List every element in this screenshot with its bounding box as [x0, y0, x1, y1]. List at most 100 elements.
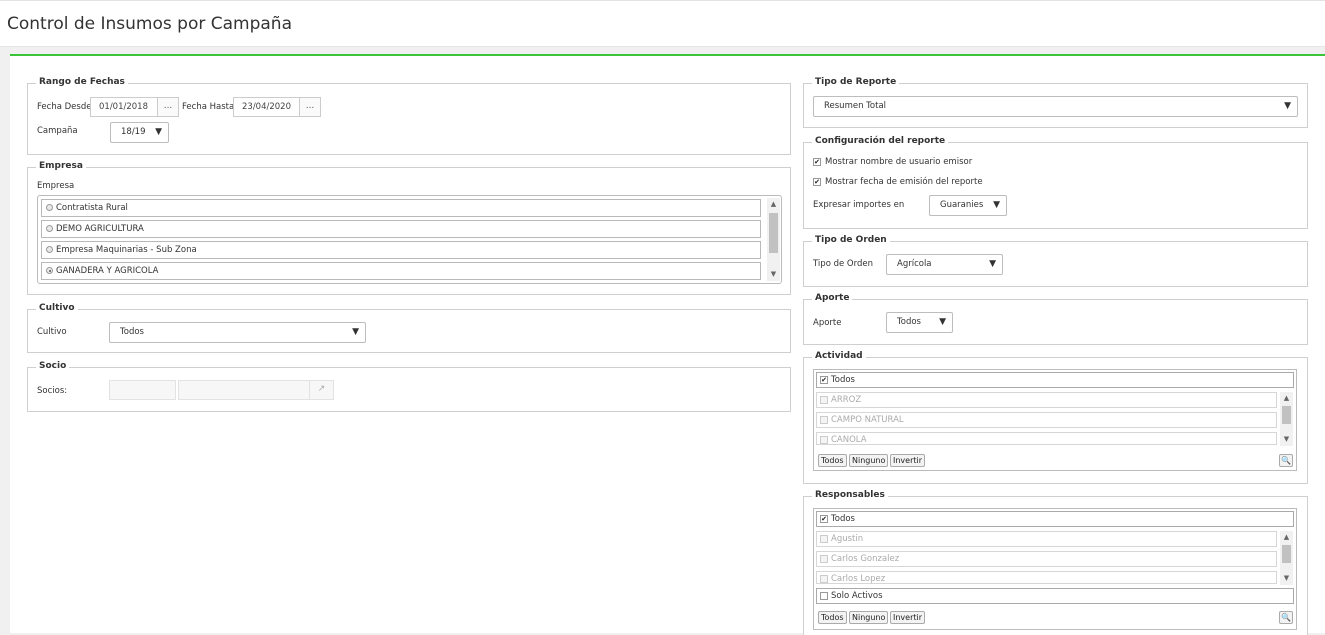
tipo-reporte-fieldset: Tipo de Reporte Resumen Total ▼ [803, 77, 1308, 128]
responsables-invertir-button[interactable]: Invertir [890, 611, 926, 624]
socio-code-input[interactable] [109, 380, 176, 400]
mostrar-fecha-checkbox[interactable]: ✔ [813, 178, 821, 186]
actividad-item[interactable]: ARROZ [816, 392, 1277, 408]
socio-legend: Socio [36, 361, 70, 371]
socio-fieldset: Socio Socios: ↗ [27, 361, 791, 412]
empresa-option[interactable]: DEMO AGRICULTURA [41, 220, 761, 238]
socio-name-input[interactable] [178, 380, 310, 400]
empresa-option-label: DEMO AGRICULTURA [56, 224, 144, 234]
responsables-fieldset: Responsables ✔ Todos Agustin Carlos Gonz… [803, 490, 1308, 635]
solo-activos-row[interactable]: Solo Activos [816, 588, 1294, 604]
empresa-option[interactable]: Empresa Maquinarias - Sub Zona [41, 241, 761, 259]
actividad-item[interactable]: CAMPO NATURAL [816, 412, 1277, 428]
responsable-item[interactable]: Agustin [816, 531, 1277, 547]
tipo-reporte-select[interactable]: Resumen Total ▼ [813, 96, 1298, 117]
checkbox-icon[interactable] [820, 555, 828, 563]
tipo-orden-legend: Tipo de Orden [812, 235, 890, 245]
checkbox-icon[interactable] [820, 575, 828, 583]
responsables-todos-button[interactable]: Todos [818, 611, 847, 624]
report-panel: Rango de Fechas Fecha Desde 01/01/2018 .… [10, 54, 1325, 635]
campana-select[interactable]: 18/19 ▼ [110, 122, 169, 143]
scroll-up-icon[interactable]: ▲ [767, 198, 780, 211]
empresa-legend: Empresa [36, 161, 86, 171]
responsables-todos-row[interactable]: ✔ Todos [816, 511, 1294, 527]
socios-label: Socios: [37, 386, 68, 396]
radio-icon [46, 246, 53, 253]
actividad-item-label: CAMPO NATURAL [831, 415, 904, 425]
search-icon[interactable]: 🔍 [1279, 611, 1293, 624]
fecha-desde-label: Fecha Desde [37, 102, 92, 112]
chevron-down-icon: ▼ [155, 127, 162, 137]
empresa-option[interactable]: Contratista Rural [41, 199, 761, 217]
actividad-scrollbar[interactable]: ▲ ▼ [1280, 392, 1293, 446]
responsables-ninguno-button[interactable]: Ninguno [849, 611, 889, 624]
scroll-down-icon[interactable]: ▼ [767, 268, 780, 281]
empresa-option[interactable]: GANADERA Y AGRICOLA [41, 262, 761, 280]
fecha-desde-input[interactable]: 01/01/2018 [90, 97, 158, 117]
campana-label: Campaña [37, 126, 78, 136]
empresa-label: Empresa [37, 181, 75, 191]
aporte-value: Todos [897, 317, 921, 327]
tipo-reporte-legend: Tipo de Reporte [812, 77, 900, 87]
fecha-hasta-input[interactable]: 23/04/2020 [233, 97, 301, 117]
checkbox-icon[interactable] [820, 436, 828, 444]
page-header: Control de Insumos por Campaña [0, 0, 1325, 47]
scroll-thumb[interactable] [1282, 406, 1291, 424]
scroll-thumb[interactable] [769, 213, 778, 253]
actividad-invertir-button[interactable]: Invertir [890, 454, 926, 467]
search-icon[interactable]: 🔍 [1279, 454, 1293, 467]
tipo-orden-value: Agrícola [897, 259, 932, 269]
fecha-hasta-picker-button[interactable]: ... [299, 97, 321, 117]
actividad-item[interactable]: CANOLA [816, 432, 1277, 445]
checkbox-icon[interactable] [820, 416, 828, 424]
responsable-item-label: Agustin [831, 534, 864, 544]
campana-value: 18/19 [121, 127, 146, 137]
fecha-hasta-label: Fecha Hasta [182, 102, 235, 112]
external-link-icon[interactable]: ↗ [309, 380, 334, 400]
mostrar-fecha-label: Mostrar fecha de emisión del reporte [825, 177, 983, 187]
importes-select[interactable]: Guaranies ▼ [929, 195, 1007, 216]
scroll-up-icon[interactable]: ▲ [1280, 531, 1293, 544]
responsables-todos-checkbox[interactable]: ✔ [820, 515, 828, 523]
fecha-desde-picker-button[interactable]: ... [157, 97, 179, 117]
empresa-fieldset: Empresa Empresa Contratista Rural DEMO A… [27, 161, 791, 295]
scroll-down-icon[interactable]: ▼ [1280, 433, 1293, 446]
solo-activos-label: Solo Activos [831, 591, 883, 601]
aporte-fieldset: Aporte Aporte Todos ▼ [803, 293, 1308, 345]
radio-selected-icon [46, 267, 53, 274]
tipo-orden-label: Tipo de Orden [813, 259, 873, 269]
mostrar-usuario-checkbox[interactable]: ✔ [813, 158, 821, 166]
responsables-scrollbar[interactable]: ▲ ▼ [1280, 531, 1293, 585]
aporte-legend: Aporte [812, 293, 853, 303]
responsables-todos-label: Todos [831, 514, 855, 524]
page-title: Control de Insumos por Campaña [7, 14, 292, 34]
actividad-todos-row[interactable]: ✔ Todos [816, 372, 1294, 388]
scroll-down-icon[interactable]: ▼ [1280, 572, 1293, 585]
importes-value: Guaranies [940, 200, 984, 210]
responsable-item[interactable]: Carlos Gonzalez [816, 551, 1277, 567]
empresa-scrollbar[interactable]: ▲ ▼ [767, 198, 780, 281]
checkbox-icon[interactable] [820, 396, 828, 404]
config-fieldset: Configuración del reporte ✔ Mostrar nomb… [803, 136, 1308, 229]
actividad-ninguno-button[interactable]: Ninguno [849, 454, 889, 467]
cultivo-select[interactable]: Todos ▼ [109, 322, 366, 343]
checkbox-icon[interactable] [820, 535, 828, 543]
responsable-item[interactable]: Carlos Lopez [816, 571, 1277, 584]
responsable-item-label: Carlos Lopez [831, 574, 886, 584]
tipo-orden-fieldset: Tipo de Orden Tipo de Orden Agrícola ▼ [803, 235, 1308, 287]
aporte-label: Aporte [813, 318, 842, 328]
solo-activos-checkbox[interactable] [820, 592, 828, 600]
actividad-todos-button[interactable]: Todos [818, 454, 847, 467]
empresa-option-label: Contratista Rural [56, 203, 128, 213]
scroll-thumb[interactable] [1282, 545, 1291, 563]
rango-fechas-legend: Rango de Fechas [36, 77, 128, 87]
tipo-orden-select[interactable]: Agrícola ▼ [886, 254, 1003, 275]
actividad-item-label: CANOLA [831, 435, 867, 445]
empresa-option-label: Empresa Maquinarias - Sub Zona [56, 245, 197, 255]
tipo-reporte-value: Resumen Total [824, 101, 887, 111]
actividad-todos-checkbox[interactable]: ✔ [820, 376, 828, 384]
mostrar-usuario-label: Mostrar nombre de usuario emisor [825, 157, 973, 167]
scroll-up-icon[interactable]: ▲ [1280, 392, 1293, 405]
responsables-checklist: ✔ Todos Agustin Carlos Gonzalez Carlos L… [813, 508, 1297, 630]
aporte-select[interactable]: Todos ▼ [886, 312, 953, 333]
